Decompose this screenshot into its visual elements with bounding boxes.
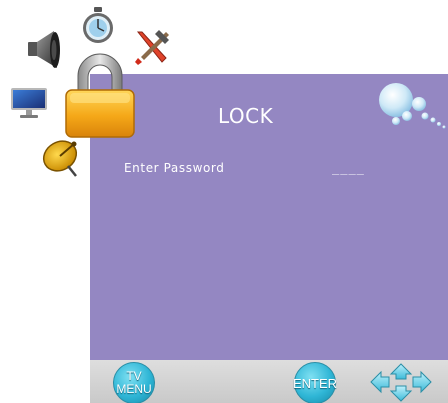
enter-button-label: ENTER [292, 375, 338, 391]
lock-icon[interactable] [64, 50, 136, 140]
menu-title-text: LOCK [218, 104, 274, 128]
arrow-navigation-icon[interactable] [368, 362, 434, 403]
tv-menu-button-line2: MENU [116, 382, 152, 396]
speaker-icon[interactable] [24, 28, 64, 72]
password-label: Enter Password [124, 161, 225, 175]
stopwatch-icon[interactable] [80, 6, 116, 46]
tv-osd-screen: LOCK Enter Password ____ TV MENU ENTER [0, 0, 448, 403]
tools-icon[interactable] [132, 28, 172, 68]
password-input[interactable]: ____ [332, 161, 365, 175]
tv-menu-button[interactable]: TV MENU [113, 362, 155, 403]
satellite-dish-icon[interactable] [40, 138, 84, 180]
enter-button[interactable]: ENTER [292, 362, 338, 403]
monitor-icon[interactable] [10, 86, 50, 122]
